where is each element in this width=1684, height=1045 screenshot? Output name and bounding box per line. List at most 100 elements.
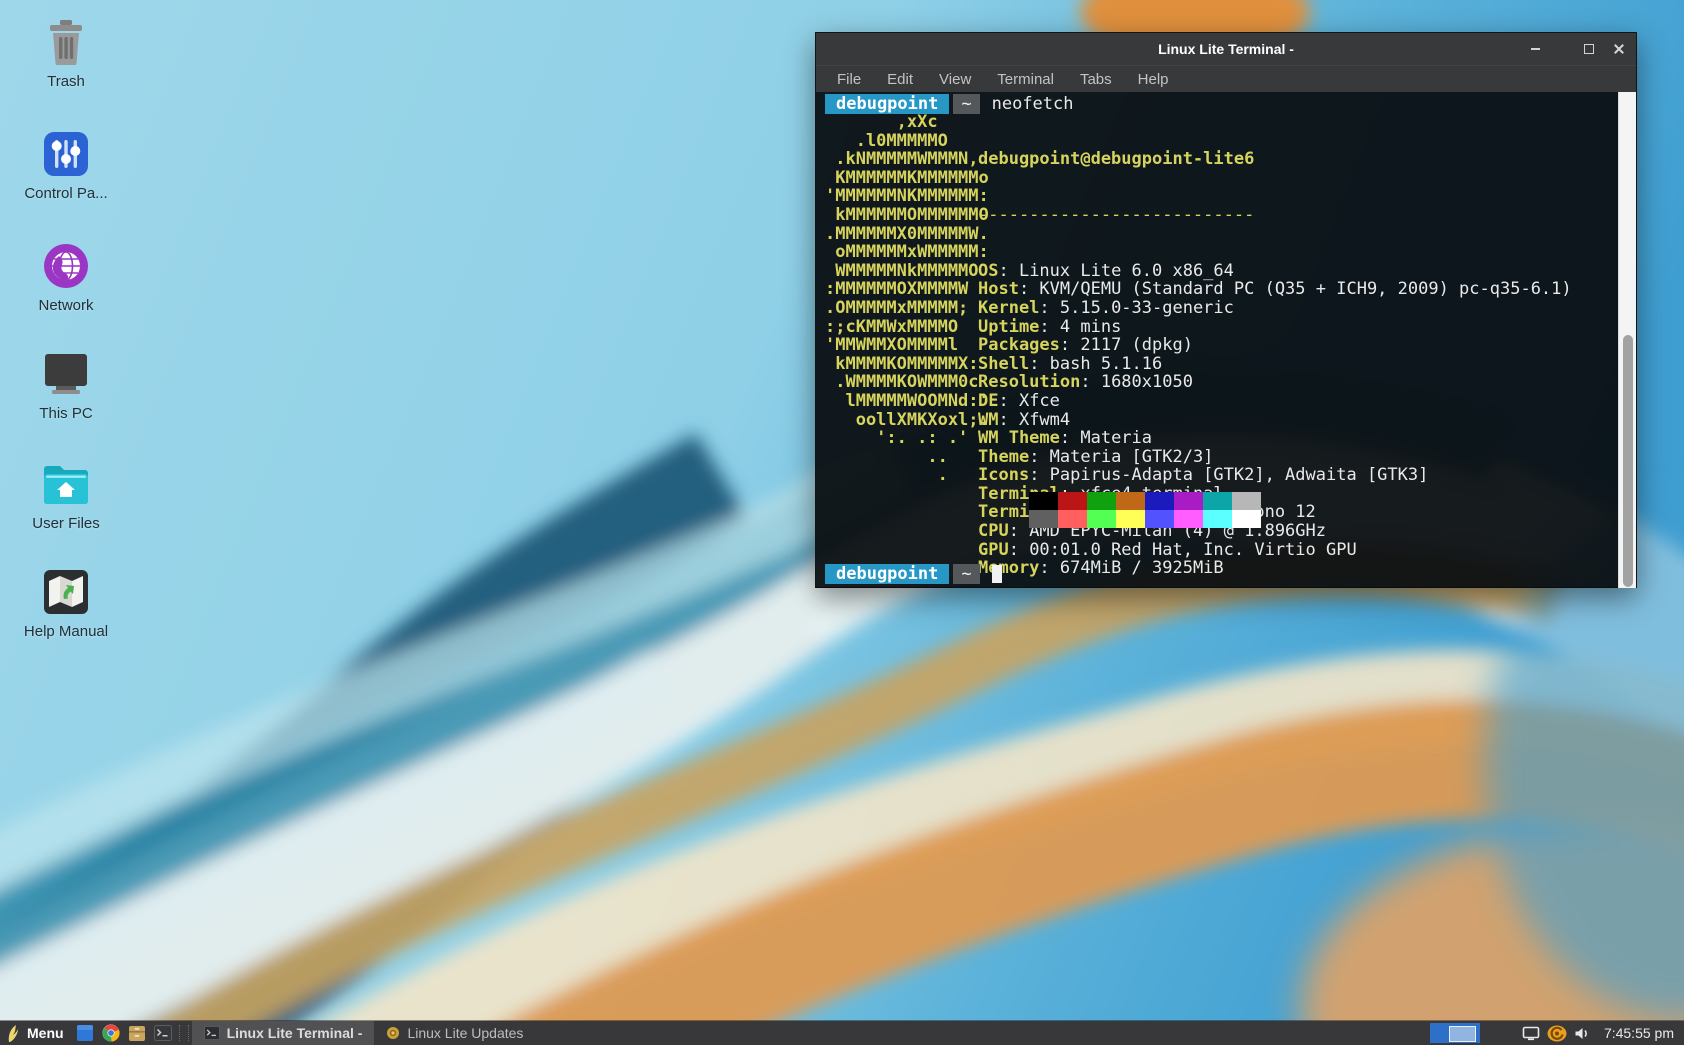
desktop-icon-user-files[interactable]: User Files	[8, 460, 124, 532]
display-icon	[1522, 1026, 1540, 1041]
color-swatch	[1058, 510, 1087, 528]
info-value: : 5.15.0-33-generic	[1039, 298, 1233, 318]
task-button-label: Linux Lite Terminal -	[227, 1025, 363, 1041]
network-globe-icon	[42, 242, 90, 290]
desktop-icon-trash[interactable]: Trash	[8, 18, 124, 90]
neofetch-info-row: Icons: Papirus-Adapta [GTK2], Adwaita [G…	[978, 466, 1438, 485]
color-swatch	[1116, 492, 1145, 510]
menu-item-view[interactable]: View	[928, 71, 982, 88]
scrollbar[interactable]	[1618, 92, 1636, 588]
info-value: : Materia [GTK2/3]	[1029, 447, 1213, 467]
info-label: OS	[978, 261, 998, 281]
scrollbar-thumb[interactable]	[1623, 335, 1633, 587]
info-label: WM Theme	[978, 428, 1060, 448]
neofetch-host-title: debugpoint@debugpoint-lite6	[978, 150, 1438, 169]
color-swatch	[1029, 510, 1058, 528]
maximize-icon	[1584, 44, 1594, 54]
desktop-icon-network[interactable]: Network	[8, 242, 124, 314]
minimize-button[interactable]	[1526, 41, 1544, 57]
updates-shield-icon	[1547, 1025, 1567, 1042]
info-label: CPU	[978, 521, 1009, 541]
info-label: Uptime	[978, 317, 1039, 337]
info-value: : Linux Lite 6.0 x86_64	[998, 261, 1233, 281]
window-title: Linux Lite Terminal -	[1158, 41, 1294, 57]
info-value: : 674MiB / 3925MiB	[1039, 558, 1223, 578]
menu-item-file[interactable]: File	[826, 71, 872, 88]
minimize-icon	[1531, 48, 1540, 50]
neofetch-separator: ---------------------------	[978, 206, 1438, 225]
close-icon	[1614, 44, 1624, 54]
palette-row-2	[1029, 510, 1261, 528]
color-swatch	[1029, 492, 1058, 510]
prompt-path: ~	[953, 94, 979, 115]
neofetch-info-row: Uptime: 4 mins	[978, 318, 1438, 337]
color-swatch	[1145, 492, 1174, 510]
neofetch-info-rows: OS: Linux Lite 6.0 x86_64Host: KVM/QEMU …	[978, 262, 1438, 578]
neofetch-info-row: OS: Linux Lite 6.0 x86_64	[978, 262, 1438, 281]
info-value: : Xfce	[998, 391, 1059, 411]
color-swatch	[1145, 510, 1174, 528]
desktop-icon-label: Help Manual	[24, 623, 108, 640]
terminal-content[interactable]: debugpoint ~ neofetch ,xXc .l0MMMMMO .kN…	[816, 92, 1636, 588]
info-value: : Papirus-Adapta [GTK2], Adwaita [GTK3]	[1029, 465, 1428, 485]
desktop-icon-this-pc[interactable]: This PC	[8, 350, 124, 422]
archive-launcher[interactable]	[124, 1021, 150, 1045]
task-button-terminal[interactable]: Linux Lite Terminal -	[192, 1021, 375, 1045]
terminal-icon	[154, 1025, 172, 1041]
desktop-icon-help-manual[interactable]: Help Manual	[8, 568, 124, 640]
task-button-updates[interactable]: Linux Lite Updates	[374, 1021, 535, 1045]
linux-lite-updates-tray-icon[interactable]	[1544, 1021, 1570, 1045]
close-button[interactable]	[1610, 41, 1628, 57]
color-swatch	[1087, 510, 1116, 528]
info-label: DE	[978, 391, 998, 411]
file-manager-launcher[interactable]	[72, 1021, 98, 1045]
neofetch-info-row: Packages: 2117 (dpkg)	[978, 336, 1438, 355]
shell-prompt-line: debugpoint ~	[825, 564, 1002, 584]
menu-item-help[interactable]: Help	[1127, 71, 1180, 88]
volume-tray-icon[interactable]	[1570, 1021, 1596, 1045]
menu-bar: FileEditViewTerminalTabsHelp	[816, 65, 1636, 92]
info-value: : 1680x1050	[1080, 372, 1193, 392]
neofetch-info-row: Theme: Materia [GTK2/3]	[978, 448, 1438, 467]
menu-item-edit[interactable]: Edit	[876, 71, 924, 88]
taskbar-separator	[179, 1025, 189, 1041]
workspace-switcher[interactable]	[1430, 1023, 1480, 1043]
color-swatch	[1203, 492, 1232, 510]
chrome-launcher[interactable]	[98, 1021, 124, 1045]
desktop-icon-control-panel[interactable]: Control Pa...	[8, 130, 124, 202]
neofetch-info-row: WM Theme: Materia	[978, 429, 1438, 448]
info-label: Resolution	[978, 372, 1080, 392]
info-value: : KVM/QEMU (Standard PC (Q35 + ICH9, 200…	[1019, 279, 1572, 299]
trash-icon	[42, 18, 90, 66]
control-panel-icon	[42, 130, 90, 178]
menu-item-tabs[interactable]: Tabs	[1069, 71, 1123, 88]
workspace-window-preview	[1449, 1026, 1476, 1042]
linux-lite-feather-icon	[6, 1024, 21, 1043]
task-button-label: Linux Lite Updates	[407, 1025, 523, 1041]
desktop-icon-label: User Files	[32, 515, 100, 532]
file-manager-icon	[76, 1024, 94, 1042]
home-folder-icon	[42, 460, 90, 508]
maximize-button[interactable]	[1580, 41, 1598, 57]
speaker-icon	[1574, 1026, 1591, 1041]
palette-row-1	[1029, 492, 1261, 510]
color-swatch	[1174, 492, 1203, 510]
terminal-launcher[interactable]	[150, 1021, 176, 1045]
file-cabinet-icon	[128, 1025, 146, 1042]
display-tray-icon[interactable]	[1518, 1021, 1544, 1045]
computer-monitor-icon	[42, 350, 90, 398]
taskbar-clock[interactable]: 7:45:55 pm	[1596, 1025, 1684, 1041]
window-titlebar[interactable]: Linux Lite Terminal -	[816, 33, 1636, 65]
info-value: : 4 mins	[1039, 317, 1121, 337]
neofetch-info-row: Resolution: 1680x1050	[978, 373, 1438, 392]
info-label: Packages	[978, 335, 1060, 355]
taskbar: Menu	[0, 1021, 1684, 1045]
color-swatch	[1174, 510, 1203, 528]
menu-button[interactable]: Menu	[0, 1021, 72, 1045]
terminal-icon	[204, 1026, 220, 1040]
terminal-color-palette	[1029, 492, 1261, 528]
neofetch-info-row: Kernel: 5.15.0-33-generic	[978, 299, 1438, 318]
menu-item-terminal[interactable]: Terminal	[986, 71, 1065, 88]
desktop-icon-label: Control Pa...	[24, 185, 107, 202]
chrome-icon	[102, 1024, 120, 1042]
